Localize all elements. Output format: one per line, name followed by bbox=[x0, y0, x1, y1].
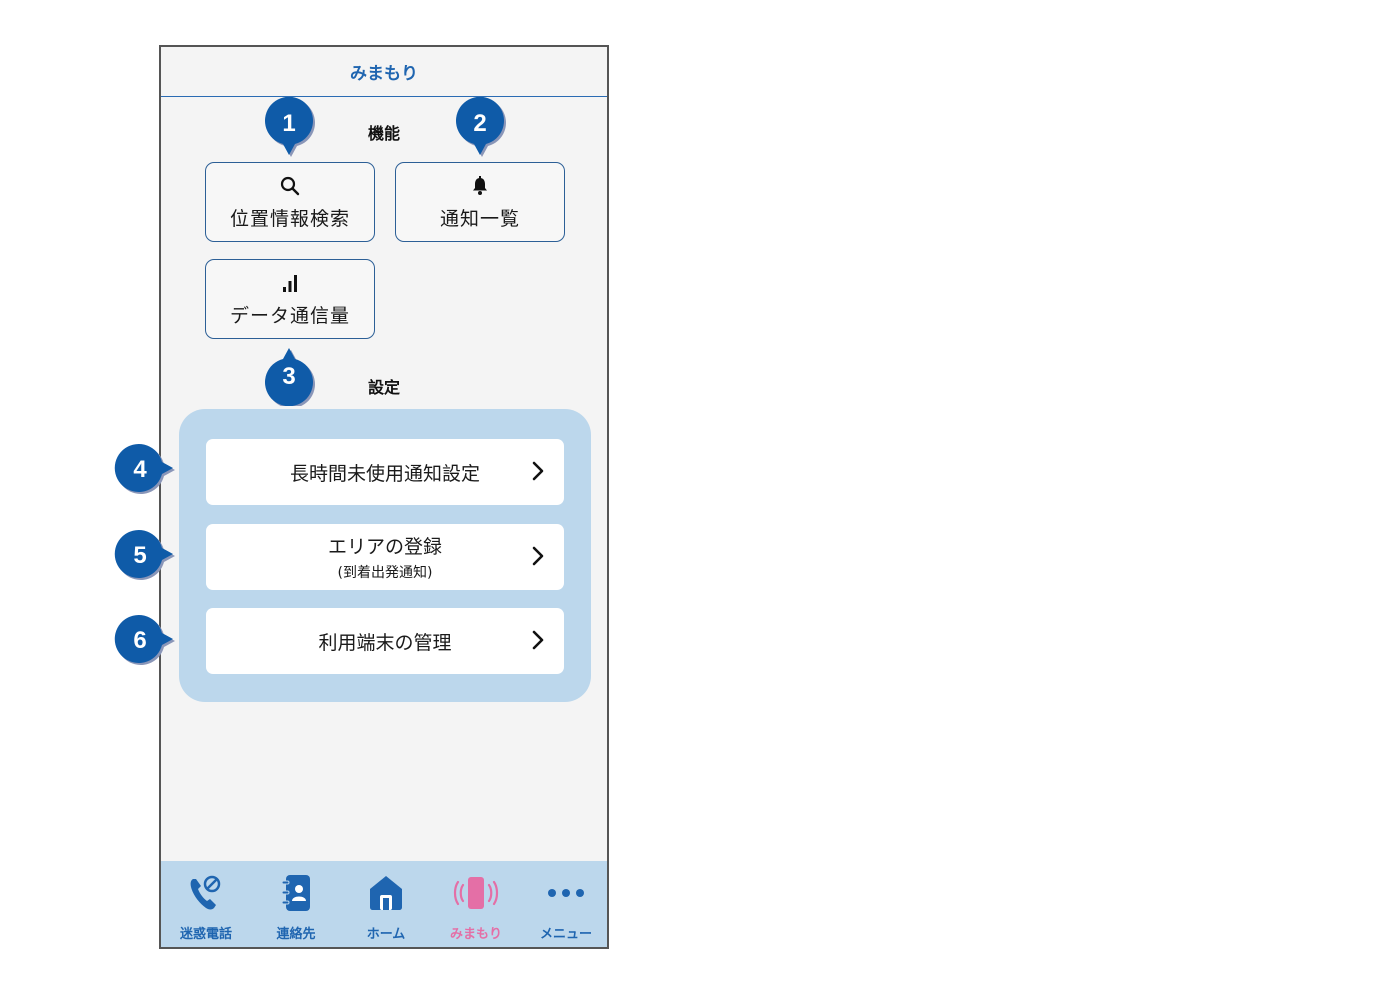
vibrating-phone-icon bbox=[431, 871, 521, 915]
nav-home[interactable]: ホーム bbox=[341, 861, 431, 947]
data-usage-button[interactable]: データ通信量 bbox=[205, 259, 375, 339]
notification-list-button[interactable]: 通知一覧 bbox=[395, 162, 565, 242]
bottom-navigation: 迷惑電話 連絡先 ホーム みまもり メニュー bbox=[161, 861, 607, 947]
nav-label: ホーム bbox=[366, 927, 406, 942]
contacts-book-icon bbox=[251, 871, 341, 915]
idle-notification-settings-row[interactable]: 長時間未使用通知設定 bbox=[206, 439, 564, 505]
nav-label: 連絡先 bbox=[276, 927, 316, 942]
home-icon bbox=[341, 871, 431, 915]
settings-panel: 長時間未使用通知設定 エリアの登録 (到着出発通知) 利用端末の管理 bbox=[179, 409, 591, 702]
area-registration-label: エリアの登録 bbox=[327, 536, 442, 558]
idle-notification-settings-label: 長時間未使用通知設定 bbox=[289, 462, 480, 485]
callout-number: 5 bbox=[133, 542, 146, 569]
location-search-label: 位置情報検索 bbox=[229, 207, 350, 230]
nav-label: メニュー bbox=[539, 927, 592, 942]
callout-number: 4 bbox=[133, 456, 147, 483]
area-registration-sublabel: (到着出発通知) bbox=[337, 565, 433, 581]
chevron-right-icon bbox=[532, 630, 544, 654]
callout-marker-3: 3 bbox=[265, 348, 315, 406]
signal-bars-icon bbox=[280, 271, 300, 295]
chevron-right-icon bbox=[532, 461, 544, 485]
app-header: みまもり bbox=[161, 47, 607, 97]
nav-label: みまもり bbox=[449, 927, 502, 942]
page-title: みまもり bbox=[350, 64, 418, 84]
search-icon bbox=[280, 174, 300, 198]
notification-list-label: 通知一覧 bbox=[439, 207, 520, 230]
nav-label: 迷惑電話 bbox=[179, 927, 232, 942]
callout-marker-5: 5 bbox=[114, 530, 175, 580]
callout-number: 3 bbox=[282, 363, 295, 390]
nav-mimamori[interactable]: みまもり bbox=[431, 861, 521, 947]
callout-number: 2 bbox=[473, 110, 486, 137]
callout-number: 1 bbox=[282, 110, 295, 137]
bell-icon bbox=[471, 174, 489, 198]
location-search-button[interactable]: 位置情報検索 bbox=[205, 162, 375, 242]
device-management-row[interactable]: 利用端末の管理 bbox=[206, 608, 564, 674]
callout-marker-2: 2 bbox=[456, 97, 506, 157]
data-usage-label: データ通信量 bbox=[229, 304, 350, 327]
area-registration-row[interactable]: エリアの登録 (到着出発通知) bbox=[206, 524, 564, 590]
callout-marker-4: 4 bbox=[114, 444, 175, 494]
nav-blocked-calls[interactable]: 迷惑電話 bbox=[161, 861, 251, 947]
chevron-right-icon bbox=[532, 546, 544, 570]
callout-marker-1: 1 bbox=[265, 97, 315, 157]
phone-screen: みまもり 機能 位置情報検索 通知一覧 データ通信量 設定 長時間未使用通知設定 bbox=[159, 45, 609, 949]
device-management-label: 利用端末の管理 bbox=[318, 631, 452, 654]
nav-menu[interactable]: メニュー bbox=[521, 861, 607, 947]
more-dots-icon bbox=[521, 871, 607, 915]
settings-section-title: 設定 bbox=[367, 378, 400, 397]
callout-marker-6: 6 bbox=[114, 615, 175, 665]
features-section-title: 機能 bbox=[367, 124, 400, 143]
callout-number: 6 bbox=[133, 627, 146, 654]
blocked-call-icon bbox=[161, 871, 251, 915]
nav-contacts[interactable]: 連絡先 bbox=[251, 861, 341, 947]
